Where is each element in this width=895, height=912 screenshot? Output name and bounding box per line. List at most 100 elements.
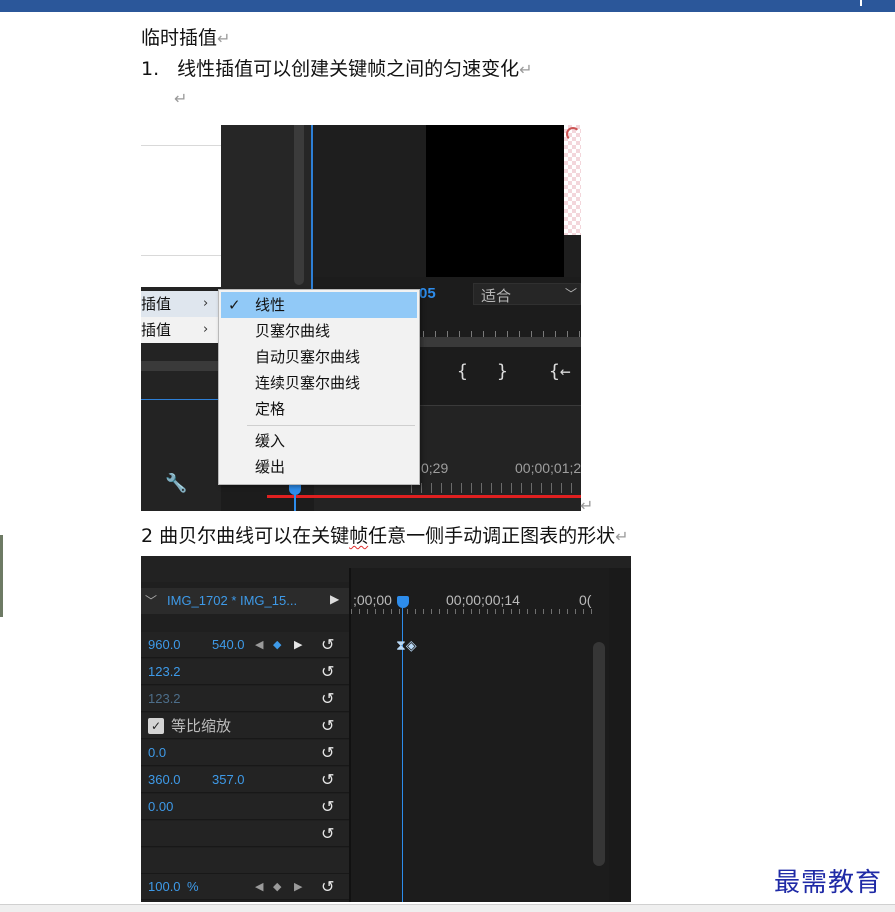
menu-item-label: 插值	[141, 321, 172, 339]
timeline-timecode: 00;00;00;14	[446, 592, 520, 608]
interpolation-submenu: ✓ 线性 贝塞尔曲线 自动贝塞尔曲线 连续贝塞尔曲线 定格 缓入 缓出	[218, 289, 420, 485]
menu-item-label: 自动贝塞尔曲线	[255, 348, 361, 366]
anti-flicker-value[interactable]: 0.00	[148, 794, 173, 820]
menu-item-ease-out[interactable]: 缓出	[221, 454, 417, 480]
heading-paragraph: 临时插值↵	[141, 26, 230, 51]
reset-icon[interactable]: ↺	[321, 686, 334, 712]
menu-item-hold[interactable]: 定格	[221, 396, 417, 422]
play-icon[interactable]: ▶	[330, 592, 339, 606]
scale-width-value: 123.2	[148, 691, 181, 706]
add-keyframe-icon[interactable]: ◆	[273, 632, 281, 658]
video-frame	[426, 125, 564, 277]
list-number: 1.	[141, 58, 160, 80]
shape-outline	[566, 127, 580, 141]
reset-icon[interactable]: ↺	[321, 713, 334, 739]
opacity-value[interactable]: 100.0	[148, 874, 181, 900]
menu-item-label: 插值	[141, 295, 172, 313]
position-x-value[interactable]: 960.0	[148, 632, 181, 658]
list-item-1-text: 线性插值可以创建关键帧之间的匀速变化	[177, 58, 520, 80]
page-edge-marker	[0, 535, 3, 617]
reset-icon[interactable]: ↺	[321, 740, 334, 766]
playhead-line	[294, 493, 296, 511]
property-row-uniform-scale: ✓ 等比缩放 ↺	[141, 713, 349, 739]
timeline-timecode: ;00;00	[353, 592, 392, 608]
timeline-timecode: 0;29	[421, 460, 449, 476]
property-row-position: 960.0 540.0 ◀ ◆ ▶ ↺	[141, 632, 349, 658]
anchor-x-value[interactable]: 360.0	[148, 767, 181, 793]
property-row-scale-width: 123.2 ↺	[141, 686, 349, 712]
timecode-readout: 05	[419, 285, 436, 302]
prev-keyframe-icon[interactable]: ◀	[255, 874, 263, 900]
next-keyframe-icon[interactable]: ▶	[294, 874, 302, 900]
panel-edge	[609, 568, 631, 902]
menu-item-label: 连续贝塞尔曲线	[255, 374, 361, 392]
scrollbar[interactable]	[294, 125, 304, 285]
opacity-unit: %	[187, 879, 199, 894]
menu-item-spatial-interpolation[interactable]: 插值 ›	[141, 317, 219, 343]
mark-in-button[interactable]: {	[457, 361, 468, 382]
paragraph-mark-icon: ↵	[580, 496, 594, 515]
playhead-line	[311, 125, 313, 297]
chevron-down-icon: ﹀	[565, 287, 578, 301]
paragraph-mark-icon: ↵	[217, 29, 231, 48]
menu-item-temporal-interpolation[interactable]: 插值 ›	[141, 291, 219, 317]
selection-line	[141, 399, 225, 400]
transparency-grid	[564, 125, 581, 235]
property-row-transform-reset: ↺	[141, 821, 349, 847]
menu-item-continuous-bezier[interactable]: 连续贝塞尔曲线	[221, 370, 417, 396]
prev-keyframe-icon[interactable]: ◀	[255, 632, 263, 658]
panel-divider	[141, 145, 221, 146]
property-row-empty	[141, 848, 349, 874]
list-item-1: 1. 线性插值可以创建关键帧之间的匀速变化↵	[141, 57, 533, 82]
reset-icon[interactable]: ↺	[321, 874, 334, 900]
keyframe-timeline	[351, 568, 631, 902]
timeline-timecode: 0(	[579, 592, 592, 608]
paragraph-mark-icon: ↵	[519, 60, 533, 79]
menu-item-label: 缓入	[255, 432, 286, 450]
reset-icon[interactable]: ↺	[321, 632, 334, 658]
next-keyframe-icon[interactable]: ▶	[294, 632, 302, 658]
chevron-right-icon: ›	[203, 296, 209, 311]
menu-item-auto-bezier[interactable]: 自动贝塞尔曲线	[221, 344, 417, 370]
timeline-ruler	[411, 483, 581, 493]
mark-out-button[interactable]: }	[497, 361, 508, 382]
menu-item-ease-in[interactable]: 缓入	[221, 428, 417, 454]
reset-icon[interactable]: ↺	[321, 821, 334, 847]
chevron-down-icon[interactable]: ﹀	[145, 592, 157, 609]
menu-item-label: 缓出	[255, 458, 286, 476]
keyframe-icon[interactable]: ⧗◈	[396, 638, 417, 654]
scrollbar[interactable]	[593, 642, 605, 866]
reset-icon[interactable]: ↺	[321, 659, 334, 685]
list-item-2-text-end: 任意一侧手动调正图表的形状	[368, 525, 616, 547]
scale-value[interactable]: 123.2	[148, 659, 181, 685]
property-row-anchor: 360.0 357.0 ↺	[141, 767, 349, 793]
clip-title: IMG_1702 * IMG_15...	[167, 593, 298, 608]
title-bar	[0, 0, 895, 12]
property-row-rotation: 0.0 ↺	[141, 740, 349, 766]
property-row-opacity: 100.0 % ◀ ◆ ▶ ↺	[141, 874, 349, 900]
monitor-ruler	[411, 325, 581, 337]
playhead-icon[interactable]	[397, 596, 409, 608]
reset-icon[interactable]: ↺	[321, 767, 334, 793]
wrench-icon[interactable]: 🔧	[165, 473, 187, 494]
position-y-value[interactable]: 540.0	[212, 632, 245, 658]
menu-item-linear[interactable]: ✓ 线性	[221, 292, 417, 318]
screenshot-effect-controls: ﹀ IMG_1702 * IMG_15... ▶ ;00;00 00;00;00…	[141, 556, 631, 902]
rotation-value[interactable]: 0.0	[148, 740, 166, 766]
heading-text: 临时插值	[141, 27, 218, 49]
title-bar-mark	[860, 0, 862, 6]
menu-item-label: 定格	[255, 400, 286, 418]
menu-item-label: 贝塞尔曲线	[255, 322, 331, 340]
list-item-2: 2 曲贝尔曲线可以在关键帧任意一侧手动调正图表的形状↵	[141, 524, 629, 549]
go-to-in-button[interactable]: {←	[549, 361, 571, 382]
property-row-scale: 123.2 ↺	[141, 659, 349, 685]
work-area-bar	[267, 495, 581, 498]
anchor-y-value[interactable]: 357.0	[212, 767, 245, 793]
menu-item-bezier[interactable]: 贝塞尔曲线	[221, 318, 417, 344]
uniform-scale-checkbox[interactable]: ✓	[148, 718, 164, 734]
timeline-timecode: 00;00;01;29	[515, 460, 581, 476]
watermark-logo: 最需教育	[774, 868, 883, 898]
paragraph-mark-icon: ↵	[174, 89, 188, 108]
reset-icon[interactable]: ↺	[321, 794, 334, 820]
add-keyframe-icon[interactable]: ◆	[273, 874, 281, 900]
